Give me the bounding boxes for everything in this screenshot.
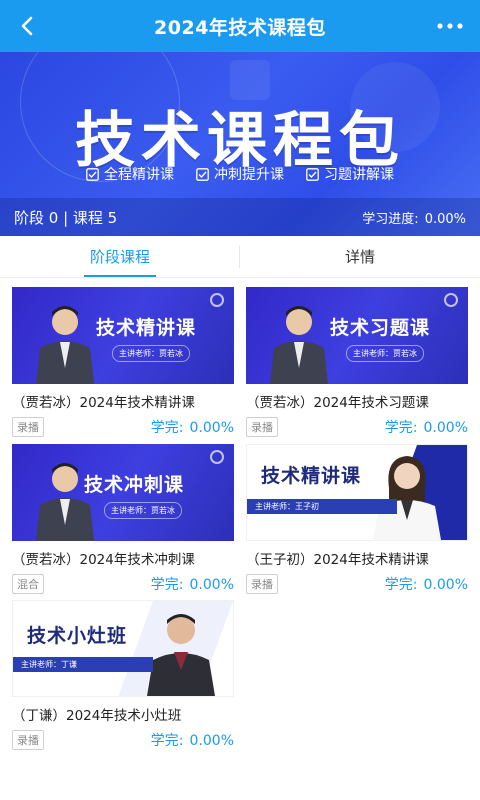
ring-decoration	[444, 293, 458, 307]
learned-status: 学完: 0.00%	[151, 417, 234, 437]
course-type-badge: 录播	[12, 417, 44, 437]
course-thumbnail[interactable]: 技术小灶班 主讲老师：丁谦	[12, 600, 234, 697]
ring-decoration	[210, 450, 224, 464]
course-name[interactable]: （贾若冰）2024年技术精讲课	[12, 391, 234, 411]
course-type-badge: 录播	[246, 417, 278, 437]
feature-item: 冲刺提升课	[196, 164, 284, 184]
thumbnail-title: 技术习题课	[330, 317, 431, 339]
course-card[interactable]: 技术精讲课 主讲老师：贾若冰 （贾若冰）2024年技术精讲课 录播 学完: 0.0…	[12, 287, 234, 437]
teacher-photo	[36, 463, 94, 541]
learned-label: 学完:	[384, 420, 418, 436]
thumbnail-title: 技术小灶班	[27, 625, 128, 647]
learned-value: 0.00%	[423, 420, 468, 436]
feature-item: 习题讲解课	[306, 164, 394, 184]
checkbox-icon	[86, 167, 99, 181]
ring-decoration	[210, 293, 224, 307]
learned-value: 0.00%	[189, 733, 234, 749]
course-type-badge: 混合	[12, 574, 44, 594]
course-thumbnail[interactable]: 技术精讲课 主讲老师：王子初	[246, 444, 468, 541]
course-meta: 录播 学完: 0.00%	[246, 574, 468, 594]
banner-features: 全程精讲课 冲刺提升课 习题讲解课	[0, 164, 480, 184]
teacher-photo	[373, 456, 441, 540]
learned-value: 0.00%	[423, 577, 468, 593]
learned-value: 0.00%	[189, 577, 234, 593]
learned-value: 0.00%	[189, 420, 234, 436]
feature-label: 习题讲解课	[324, 167, 394, 183]
course-name[interactable]: （丁谦）2024年技术小灶班	[12, 704, 234, 724]
thumbnail-teacher: 主讲老师：丁谦	[13, 657, 153, 672]
course-thumbnail[interactable]: 技术习题课 主讲老师：贾若冰	[246, 287, 468, 384]
checkbox-icon	[196, 167, 209, 181]
back-arrow-icon[interactable]	[14, 12, 42, 40]
course-card[interactable]: 技术小灶班 主讲老师：丁谦 （丁谦）2024年技术小灶班 录播 学完: 0.00%	[12, 600, 234, 750]
progress-value: 0.00%	[424, 211, 466, 227]
checkbox-icon	[306, 167, 319, 181]
learned-label: 学完:	[150, 420, 184, 436]
feature-label: 冲刺提升课	[214, 167, 284, 183]
course-meta: 混合 学完: 0.00%	[12, 574, 234, 594]
feature-item: 全程精讲课	[86, 164, 174, 184]
thumbnail-teacher: 主讲老师：贾若冰	[112, 345, 190, 362]
progress-label: 学习进度:	[362, 211, 419, 227]
course-name[interactable]: （贾若冰）2024年技术冲刺课	[12, 548, 234, 568]
thumbnail-teacher: 主讲老师：贾若冰	[104, 502, 182, 519]
tab-stage-courses[interactable]: 阶段课程	[0, 236, 240, 277]
course-thumbnail[interactable]: 技术精讲课 主讲老师：贾若冰	[12, 287, 234, 384]
thumbnail-title: 技术精讲课	[96, 317, 197, 339]
learned-label: 学完:	[150, 733, 184, 749]
learned-label: 学完:	[150, 577, 184, 593]
course-type-badge: 录播	[12, 730, 44, 750]
banner-info-row: 阶段 0 | 课程 5 学习进度: 0.00%	[0, 198, 480, 236]
course-type-badge: 录播	[246, 574, 278, 594]
course-meta: 录播 学完: 0.00%	[12, 730, 234, 750]
more-dots-icon[interactable]	[434, 12, 466, 40]
tab-details[interactable]: 详情	[240, 236, 480, 277]
learned-label: 学完:	[384, 577, 418, 593]
top-bar: 2024年技术课程包	[0, 0, 480, 52]
thumbnail-teacher: 主讲老师：贾若冰	[346, 345, 424, 362]
thumbnail-teacher: 主讲老师：王子初	[247, 499, 397, 514]
teacher-photo	[270, 306, 328, 384]
course-meta: 录播 学完: 0.00%	[12, 417, 234, 437]
course-thumbnail[interactable]: 技术冲刺课 主讲老师：贾若冰	[12, 444, 234, 541]
course-package-banner: 技术课程包 全程精讲课 冲刺提升课 习题讲解课 阶段 0 | 课程 5 学习进度…	[0, 52, 480, 236]
course-name[interactable]: （贾若冰）2024年技术习题课	[246, 391, 468, 411]
learned-status: 学完: 0.00%	[151, 730, 234, 750]
learned-status: 学完: 0.00%	[385, 417, 468, 437]
tab-bar: 阶段课程 详情	[0, 236, 480, 278]
learned-status: 学完: 0.00%	[151, 574, 234, 594]
course-meta: 录播 学完: 0.00%	[246, 417, 468, 437]
study-progress: 学习进度: 0.00%	[362, 208, 466, 227]
learned-status: 学完: 0.00%	[385, 574, 468, 594]
tab-divider	[239, 246, 240, 268]
feature-label: 全程精讲课	[104, 167, 174, 183]
course-name[interactable]: （王子初）2024年技术精讲课	[246, 548, 468, 568]
teacher-photo	[147, 614, 215, 696]
course-card[interactable]: 技术冲刺课 主讲老师：贾若冰 （贾若冰）2024年技术冲刺课 混合 学完: 0.0…	[12, 444, 234, 594]
course-card[interactable]: 技术习题课 主讲老师：贾若冰 （贾若冰）2024年技术习题课 录播 学完: 0.0…	[246, 287, 468, 437]
page-title: 2024年技术课程包	[154, 16, 326, 39]
teacher-photo	[36, 306, 94, 384]
thumbnail-title: 技术冲刺课	[84, 474, 185, 496]
course-card[interactable]: 技术精讲课 主讲老师：王子初 （王子初）2024年技术精讲课 录播 学完: 0.0…	[246, 444, 468, 594]
stage-course-count: 阶段 0 | 课程 5	[14, 208, 118, 227]
thumbnail-title: 技术精讲课	[261, 465, 362, 487]
